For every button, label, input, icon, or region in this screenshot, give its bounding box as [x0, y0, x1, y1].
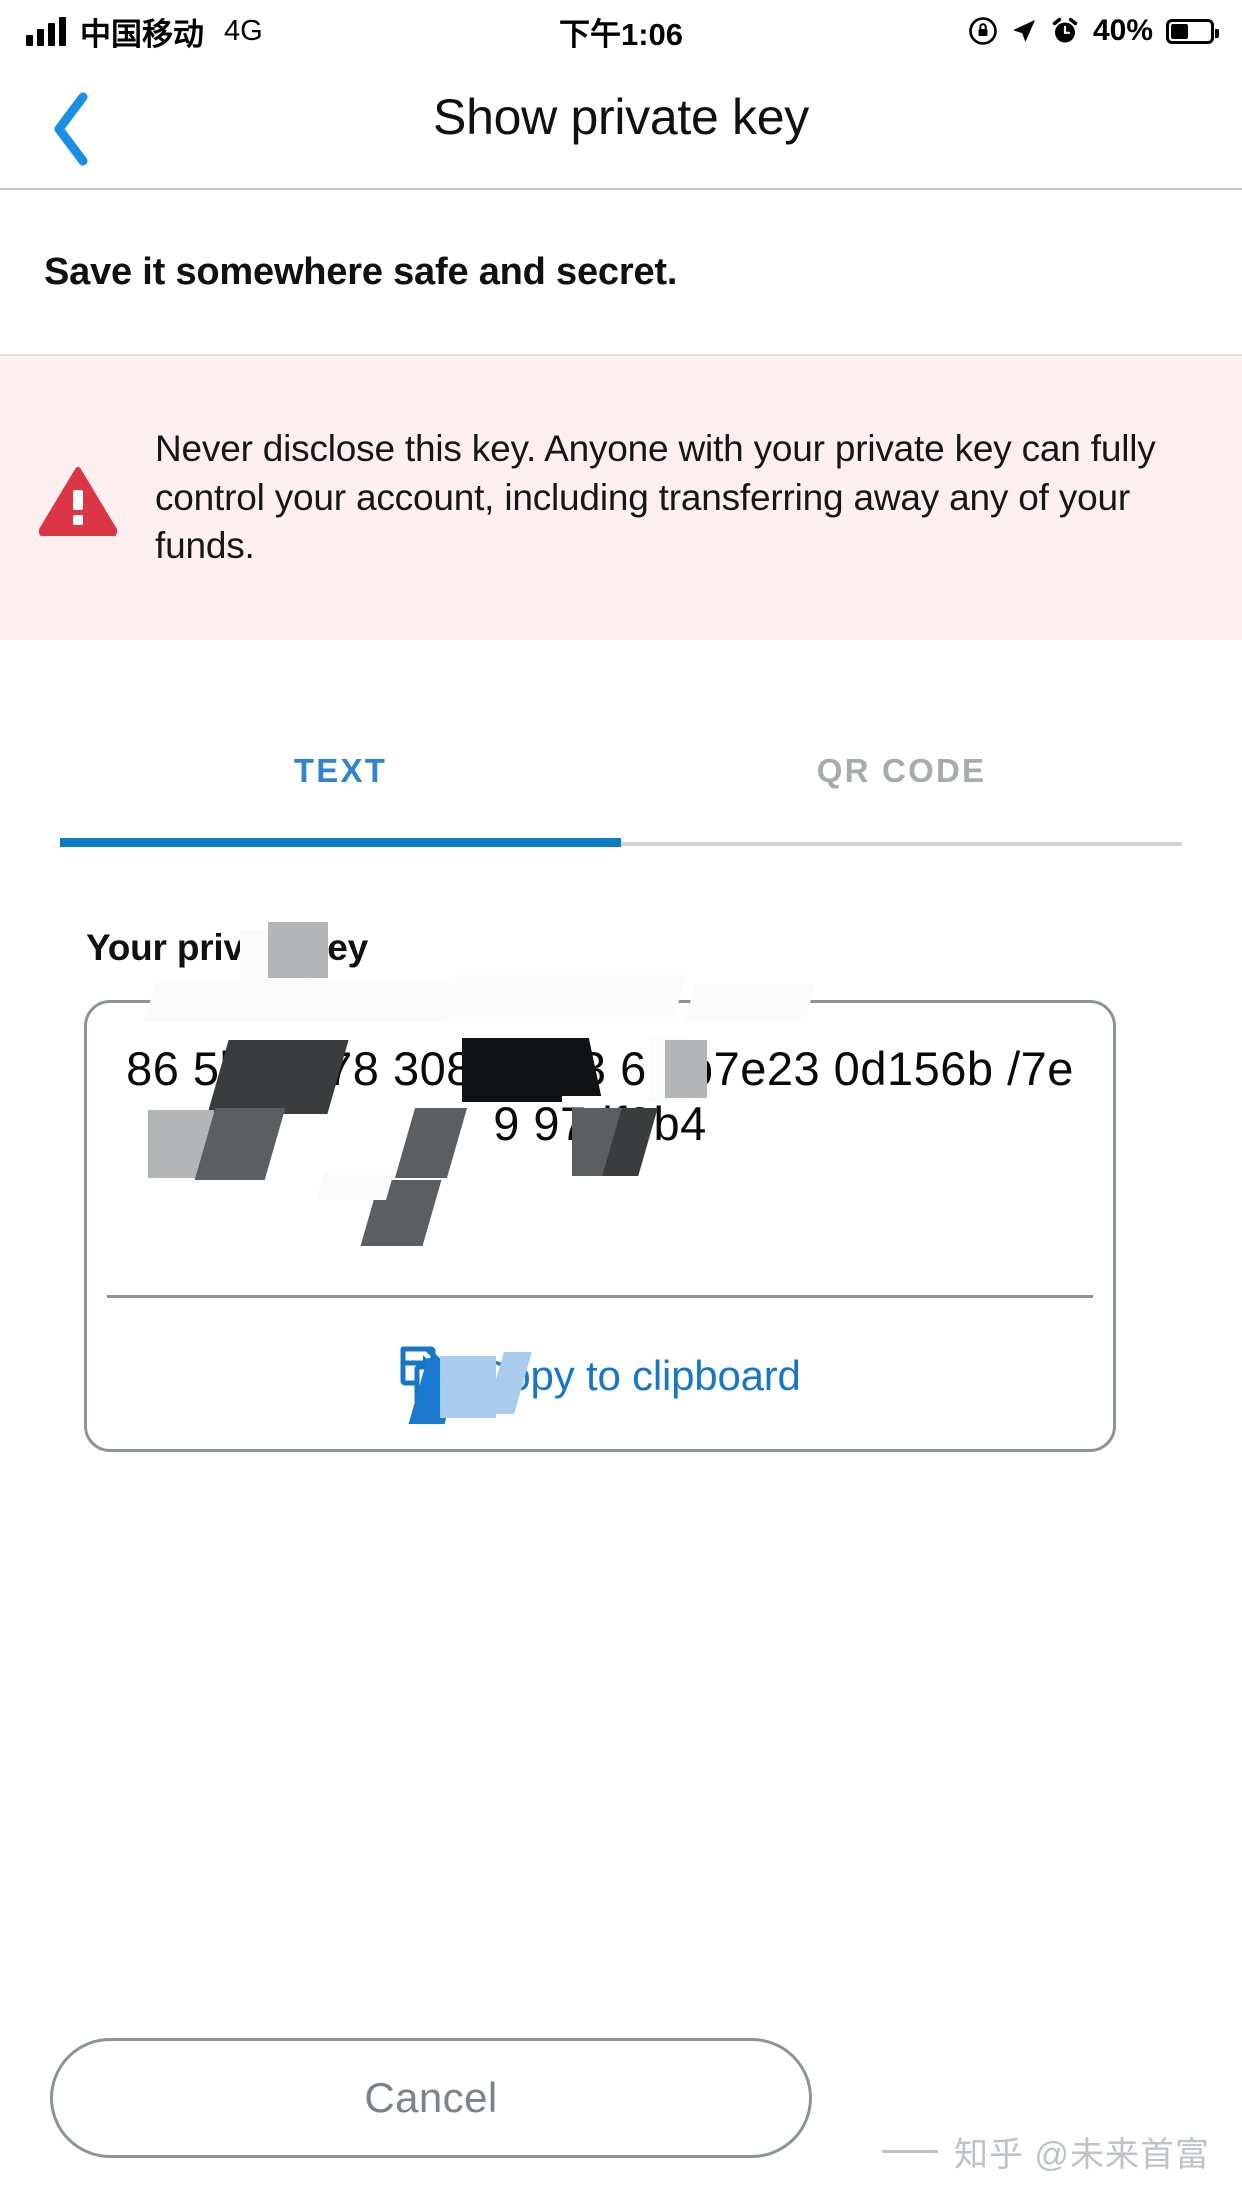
navigation-bar: Show private key [0, 62, 1242, 190]
copy-icon [400, 1346, 452, 1406]
key-card-divider [107, 1295, 1093, 1298]
alarm-clock-icon [1052, 17, 1078, 43]
rotation-lock-icon [969, 17, 997, 45]
subtitle-section: Save it somewhere safe and secret. [0, 190, 1242, 356]
page-title: Show private key [433, 89, 809, 145]
private-key-label: Your private key [86, 927, 368, 968]
tab-text[interactable]: TEXT [60, 700, 621, 842]
watermark: 知乎 @未来首富 [882, 2127, 1210, 2176]
status-bar: 中国移动 4G 下午1:06 40% [0, 0, 1242, 62]
private-key-value: 86 5b81878 308218 /3 6 5b7e23 0d156b /7e… [126, 1042, 1074, 1151]
cancel-button[interactable]: Cancel [50, 2038, 812, 2158]
status-bar-right: 40% [968, 14, 1219, 48]
status-bar-left: 中国移动 4G [26, 9, 263, 54]
copy-to-clipboard-button[interactable]: Copy to clipboard [87, 1321, 1113, 1431]
warning-banner: Never disclose this key. Anyone with you… [0, 356, 1242, 640]
warning-text: Never disclose this key. Anyone with you… [155, 427, 1156, 567]
watermark-dash [882, 2150, 939, 2153]
battery-icon [1166, 18, 1219, 44]
network-type-label: 4G [224, 14, 263, 47]
private-key-card: 86 5b81878 308218 /3 6 5b7e23 0d156b /7e… [84, 1000, 1116, 1452]
warning-icon-container [0, 460, 155, 536]
tab-active-indicator [60, 838, 621, 847]
carrier-label: 中国移动 [80, 16, 204, 52]
signal-bars-icon [26, 16, 66, 46]
subtitle-text: Save it somewhere safe and secret. [44, 250, 678, 293]
location-arrow-icon [1012, 20, 1035, 42]
warning-triangle-icon [38, 467, 117, 536]
battery-percent-label: 40% [1092, 14, 1153, 47]
tab-bar: TEXT QR CODE [60, 700, 1182, 850]
tab-qr-code[interactable]: QR CODE [621, 700, 1182, 842]
watermark-text: 知乎 @未来首富 [954, 2136, 1210, 2174]
copy-to-clipboard-label: Copy to clipboard [477, 1352, 801, 1399]
